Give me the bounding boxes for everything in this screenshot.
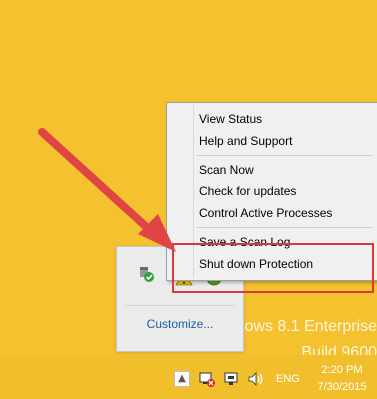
- menu-item-check-updates[interactable]: Check for updates: [199, 181, 296, 201]
- menu-item-help-support[interactable]: Help and Support: [199, 131, 292, 151]
- highlight-box: [172, 243, 374, 293]
- display-icon[interactable]: [222, 370, 240, 388]
- network-icon[interactable]: [198, 370, 216, 388]
- menu-item-view-status[interactable]: View Status: [199, 109, 262, 129]
- language-indicator[interactable]: ENG: [276, 373, 300, 385]
- clock-date: 7/30/2015: [317, 381, 367, 393]
- speaker-icon[interactable]: [246, 370, 264, 388]
- menu-separator: [197, 227, 373, 228]
- windows-watermark-line1: indows 8.1 Enterprise: [223, 318, 377, 335]
- customize-link[interactable]: Customize...: [117, 317, 243, 331]
- menu-item-scan-now[interactable]: Scan Now: [199, 160, 254, 180]
- menu-item-control-processes[interactable]: Control Active Processes: [199, 203, 332, 223]
- menu-separator: [197, 155, 373, 156]
- panel-divider: [125, 305, 235, 306]
- clock-time: 2:20 PM: [321, 364, 363, 376]
- taskbar-clock[interactable]: 2:20 PM 7/30/2015: [310, 362, 374, 396]
- shield-check-icon[interactable]: [137, 265, 155, 283]
- show-hidden-icons-button[interactable]: ▲: [174, 371, 190, 387]
